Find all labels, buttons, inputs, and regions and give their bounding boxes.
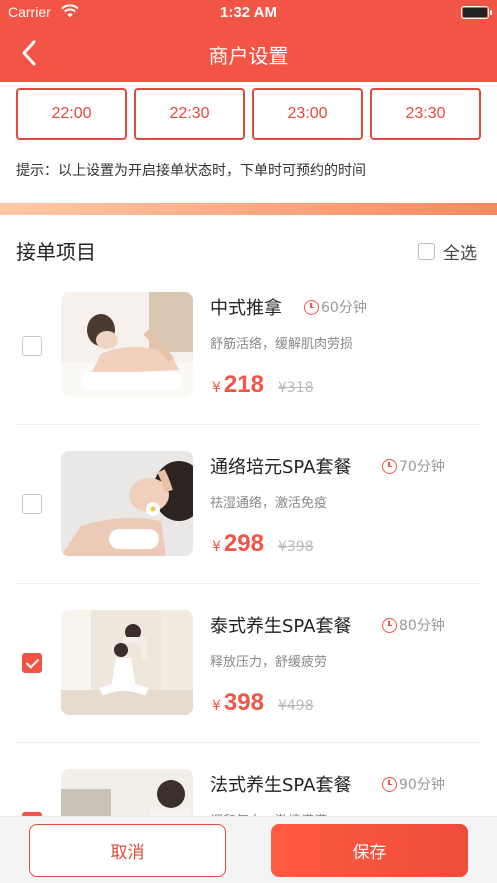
item-duration: 70分钟 bbox=[382, 456, 445, 476]
time-slot-row: 22:00 22:30 23:00 23:30 bbox=[16, 88, 481, 140]
price-value: 398 bbox=[223, 689, 264, 716]
item-desc: 释放压力，舒缓疲劳 bbox=[210, 655, 328, 670]
booking-tip: 提示：以上设置为开启接单状态时，下单时可预约的时间 bbox=[16, 163, 366, 179]
status-bar: Carrier 1:32 AM bbox=[0, 0, 497, 26]
item-name: 中式推拿 bbox=[210, 298, 282, 319]
item-divider bbox=[16, 742, 481, 743]
item-checkbox[interactable] bbox=[22, 336, 42, 356]
list-item: 中式推拿 60分钟 舒筋活络，缓解肌肉劳损 ¥ 218 ¥318 bbox=[0, 283, 497, 442]
duration-label: 80分钟 bbox=[399, 618, 445, 634]
head-spa-photo bbox=[61, 451, 193, 556]
original-price: ¥398 bbox=[277, 539, 314, 555]
list-item: 泰式养生SPA套餐 80分钟 释放压力，舒缓疲劳 ¥ 398 ¥498 bbox=[0, 601, 497, 760]
item-divider bbox=[16, 583, 481, 584]
clock-icon bbox=[382, 776, 397, 792]
time-slot-button[interactable]: 23:30 bbox=[370, 88, 481, 140]
item-duration: 60分钟 bbox=[304, 297, 367, 317]
currency-symbol: ¥ bbox=[212, 380, 221, 396]
item-price: ¥ 218 ¥318 bbox=[212, 371, 314, 399]
duration-label: 60分钟 bbox=[321, 300, 367, 316]
duration-label: 70分钟 bbox=[399, 459, 445, 475]
clock-icon bbox=[382, 458, 397, 474]
item-checkbox[interactable] bbox=[22, 494, 42, 514]
price-value: 298 bbox=[223, 530, 264, 557]
item-checkbox[interactable] bbox=[22, 653, 42, 673]
section-title: 接单项目 bbox=[16, 240, 96, 264]
price-value: 218 bbox=[223, 371, 264, 398]
item-name: 泰式养生SPA套餐 bbox=[210, 616, 352, 637]
nav-bar: Carrier 1:32 AM 商户设置 bbox=[0, 0, 497, 82]
item-desc: 舒筋活络，缓解肌肉劳损 bbox=[210, 337, 354, 352]
clock-icon bbox=[304, 299, 319, 315]
item-name: 通络培元SPA套餐 bbox=[210, 457, 352, 478]
clock-time: 1:32 AM bbox=[220, 4, 277, 21]
original-price: ¥318 bbox=[277, 380, 314, 396]
save-button[interactable]: 保存 bbox=[271, 824, 468, 877]
thai-stretch-photo bbox=[61, 610, 193, 715]
time-slot-button[interactable]: 22:30 bbox=[134, 88, 245, 140]
currency-symbol: ¥ bbox=[212, 539, 221, 555]
section-divider bbox=[0, 203, 497, 215]
page-title: 商户设置 bbox=[208, 44, 289, 68]
battery-icon bbox=[461, 6, 492, 19]
duration-label: 90分钟 bbox=[399, 777, 445, 793]
item-desc: 祛湿通络，激活免疫 bbox=[210, 496, 328, 511]
list-item: 通络培元SPA套餐 70分钟 祛湿通络，激活免疫 ¥ 298 ¥398 bbox=[0, 442, 497, 601]
massage-back-photo bbox=[61, 292, 193, 397]
time-slot-button[interactable]: 23:00 bbox=[252, 88, 363, 140]
time-slot-button[interactable]: 22:00 bbox=[16, 88, 127, 140]
item-duration: 80分钟 bbox=[382, 615, 445, 635]
clock-icon bbox=[382, 617, 397, 633]
item-price: ¥ 298 ¥398 bbox=[212, 530, 314, 558]
select-all-toggle[interactable]: 全选 bbox=[418, 240, 477, 264]
select-all-checkbox[interactable] bbox=[418, 242, 435, 260]
select-all-label: 全选 bbox=[443, 243, 477, 264]
item-divider bbox=[16, 424, 481, 425]
item-price: ¥ 398 ¥498 bbox=[212, 689, 314, 717]
original-price: ¥498 bbox=[277, 698, 314, 714]
bottom-action-bar: 取消 保存 bbox=[0, 816, 497, 883]
currency-symbol: ¥ bbox=[212, 698, 221, 714]
cancel-button[interactable]: 取消 bbox=[29, 824, 226, 877]
item-duration: 90分钟 bbox=[382, 774, 445, 794]
item-name: 法式养生SPA套餐 bbox=[210, 775, 352, 796]
